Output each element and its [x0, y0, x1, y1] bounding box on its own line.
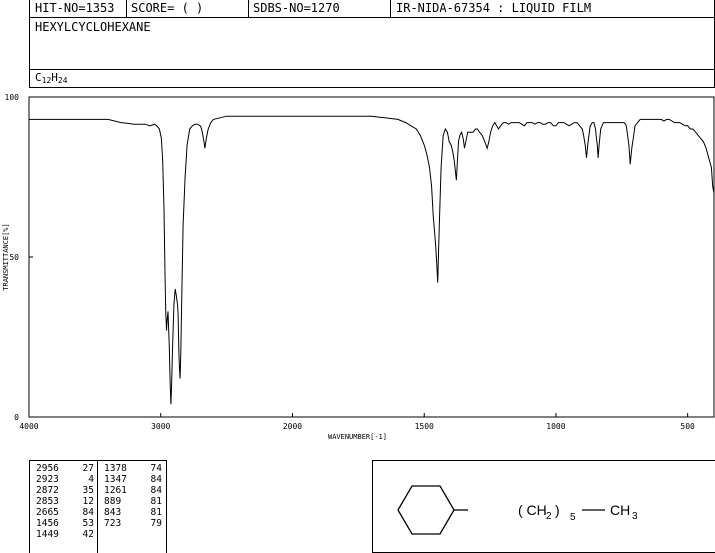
- peak-row: 843 81: [104, 507, 162, 518]
- peak-transmittance: 84: [150, 485, 162, 496]
- peak-wavenumber: 2853: [36, 496, 59, 507]
- name-formula-divider: [29, 69, 715, 70]
- x-tick-label: 1500: [415, 422, 434, 431]
- peak-transmittance: 79: [150, 518, 162, 529]
- formula-element: H: [51, 71, 58, 84]
- molecular-formula: C12H24: [35, 71, 68, 88]
- y-tick-label: 50: [9, 253, 19, 262]
- plot-frame: [28, 96, 715, 418]
- peak-wavenumber: 1347: [104, 474, 127, 485]
- x-tick-label: 3000: [151, 422, 170, 431]
- peak-wavenumber: 2956: [36, 463, 59, 474]
- peak-transmittance: 27: [82, 463, 94, 474]
- peak-wavenumber: 889: [104, 496, 122, 507]
- peak-transmittance: 4: [88, 474, 94, 485]
- y-tick-label: 100: [5, 93, 20, 102]
- peak-row: 2956 27: [36, 463, 94, 474]
- chain-repeat-count: 5: [570, 512, 576, 523]
- peak-row: 1456 53: [36, 518, 94, 529]
- peak-transmittance: 81: [150, 496, 162, 507]
- chain-subscript: 2: [546, 511, 552, 522]
- x-tick-label: 2000: [283, 422, 302, 431]
- terminal-subscript: 3: [632, 511, 638, 522]
- sdbs-number: SDBS-NO=1270: [253, 1, 340, 15]
- compound-name: HEXYLCYCLOHEXANE: [35, 20, 151, 34]
- peak-row: 1347 84: [104, 474, 162, 485]
- peak-wavenumber: 1261: [104, 485, 127, 496]
- peak-row: 2665 84: [36, 507, 94, 518]
- hexylcyclohexane-structure: ( CH 2 ) 5 CH 3: [397, 485, 638, 535]
- spectrum-line: [29, 115, 715, 405]
- peak-transmittance: 74: [150, 463, 162, 474]
- x-tick-label: 500: [680, 422, 695, 431]
- hit-number: HIT-NO=1353: [35, 1, 115, 15]
- peak-transmittance: 53: [82, 518, 94, 529]
- peak-row: 1261 84: [104, 485, 162, 496]
- x-axis-label: WAVENUMBER[-1]: [328, 433, 387, 441]
- peak-wavenumber: 2923: [36, 474, 59, 485]
- peak-transmittance: 84: [150, 474, 162, 485]
- peak-wavenumber: 2665: [36, 507, 59, 518]
- peak-table-right-column: 1378 74 1347 84 1261 84 889 81 843 81 723 79: [104, 463, 162, 529]
- peak-table-left-column: 2956 27 2923 4 2872 35 2853 12 2665 84 1456 53 1449 4…: [36, 463, 94, 540]
- peak-table-divider: [97, 460, 98, 553]
- peak-wavenumber: 1456: [36, 518, 59, 529]
- header-divider: [248, 0, 249, 17]
- ir-spectrum-chart: 4000 3000 2000 1500 1000 500 0 50 100 WAVENUMBER[…: [2, 93, 715, 441]
- peak-transmittance: 81: [150, 507, 162, 518]
- ir-identifier: IR-NIDA-67354 : LIQUID FILM: [396, 1, 592, 15]
- peak-row: 2872 35: [36, 485, 94, 496]
- peak-wavenumber: 2872: [36, 485, 59, 496]
- header-divider: [390, 0, 391, 17]
- peak-transmittance: 35: [82, 485, 94, 496]
- peak-row: 2923 4: [36, 474, 94, 485]
- formula-element: C: [35, 71, 42, 84]
- peak-row: 2853 12: [36, 496, 94, 507]
- peak-wavenumber: 1449: [36, 529, 59, 540]
- peak-transmittance: 84: [82, 507, 94, 518]
- peak-transmittance: 12: [82, 496, 94, 507]
- chain-close-label: ): [555, 502, 560, 518]
- formula-subscript: 12: [41, 76, 52, 85]
- peak-wavenumber: 1378: [104, 463, 127, 474]
- score: SCORE= ( ): [131, 1, 204, 15]
- formula-subscript: 24: [57, 76, 68, 85]
- chain-open-label: ( CH: [518, 502, 547, 518]
- peak-row: 723 79: [104, 518, 162, 529]
- y-axis-label: TRANSMITTANCE[%]: [2, 223, 10, 290]
- peak-transmittance: 42: [82, 529, 94, 540]
- cyclohexane-ring: [397, 485, 455, 535]
- peak-row: 1378 74: [104, 463, 162, 474]
- peak-row: 889 81: [104, 496, 162, 507]
- peak-wavenumber: 843: [104, 507, 122, 518]
- x-tick-label: 4000: [19, 422, 38, 431]
- peak-row: 1449 42: [36, 529, 94, 540]
- header-divider: [126, 0, 127, 17]
- y-tick-label: 0: [14, 413, 19, 422]
- peak-wavenumber: 723: [104, 518, 122, 529]
- terminal-methyl-label: CH: [610, 502, 630, 518]
- x-tick-label: 1000: [546, 422, 565, 431]
